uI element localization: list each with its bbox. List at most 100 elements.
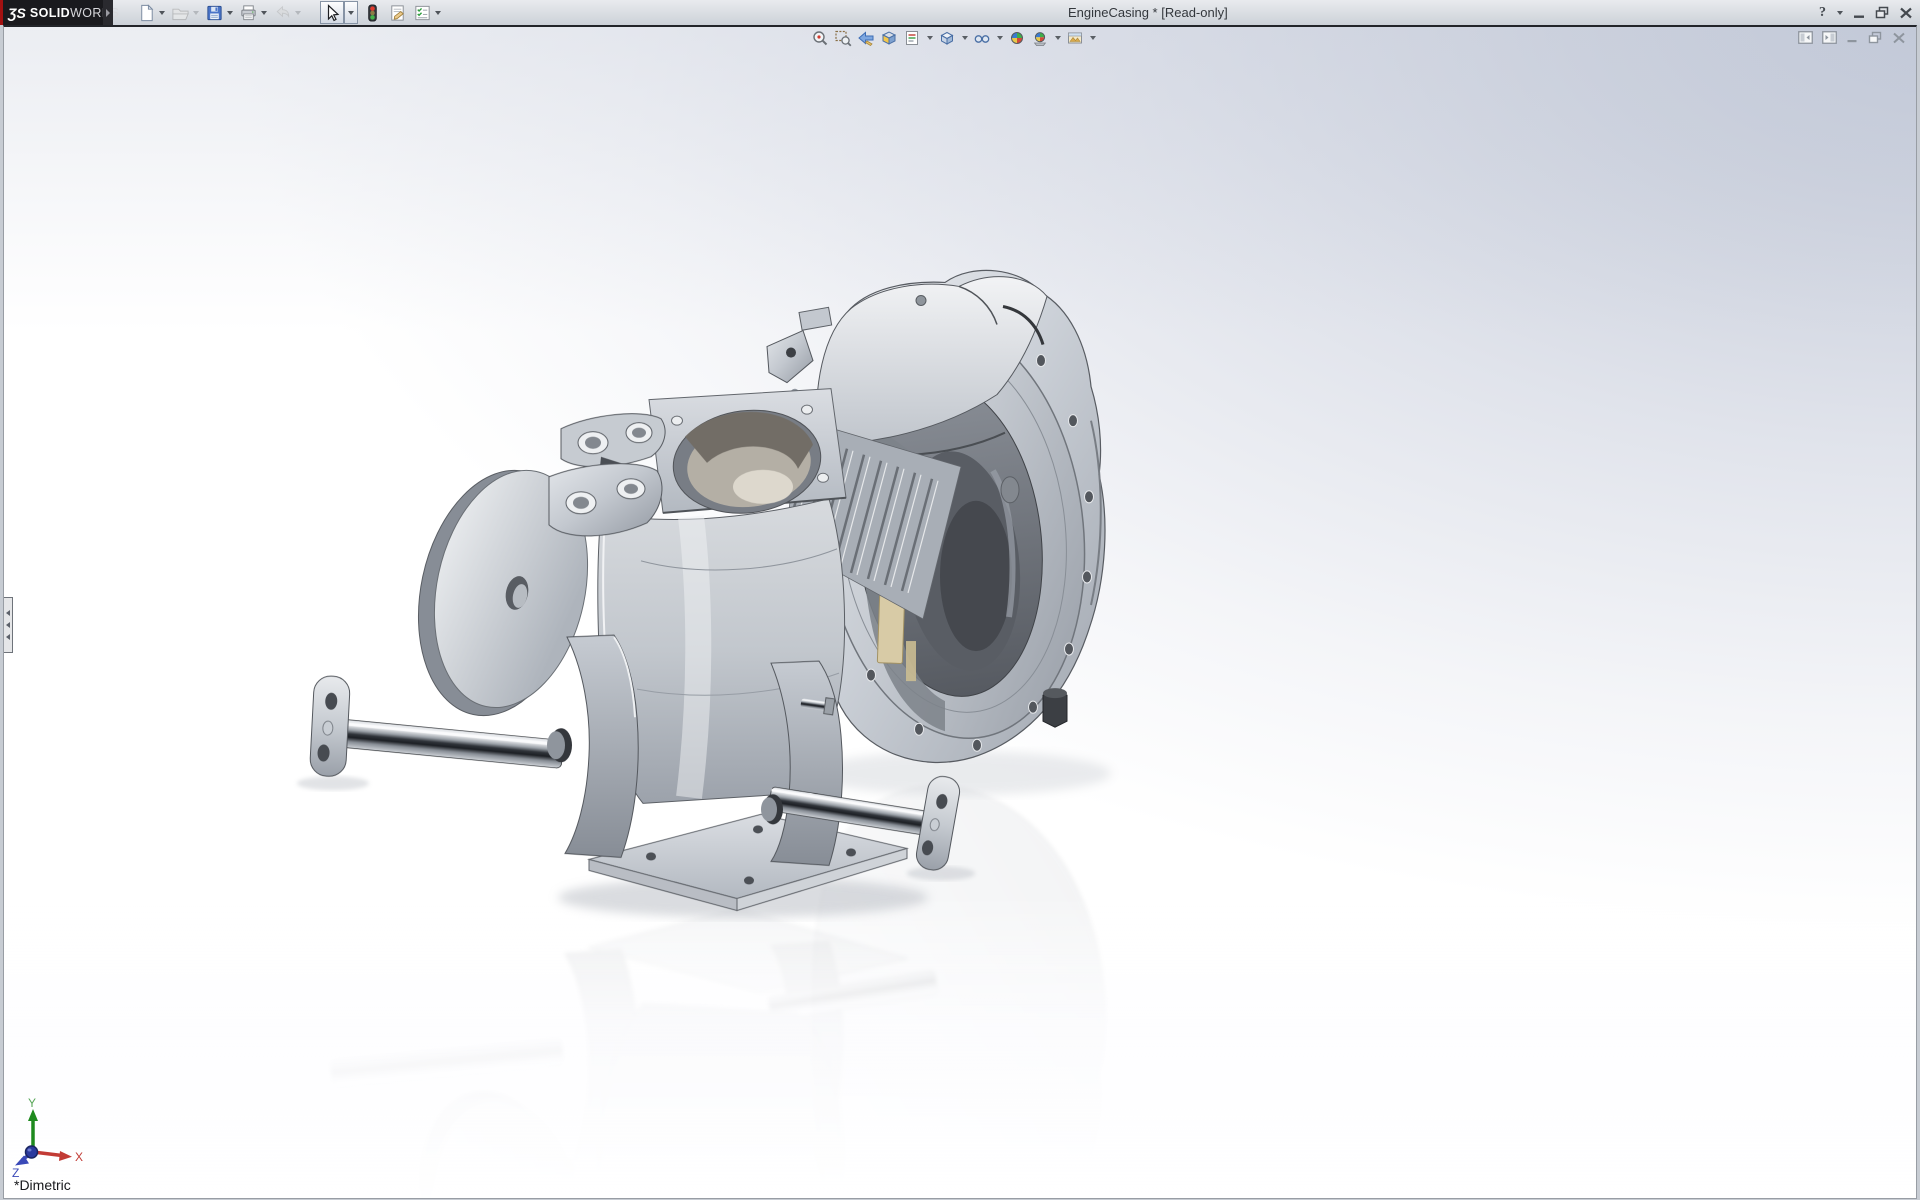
view-orientation-dropdown[interactable]: [960, 28, 969, 48]
print-button[interactable]: [238, 2, 259, 23]
window-controls: ?: [1819, 0, 1913, 25]
view-settings-dropdown[interactable]: [1088, 28, 1097, 48]
new-button[interactable]: [136, 2, 157, 23]
left-arrow-icon: [6, 622, 10, 628]
minimize-document-button[interactable]: [1846, 31, 1859, 44]
minimize-button[interactable]: [1853, 3, 1866, 23]
left-rod-flange[interactable]: [309, 675, 350, 777]
right-arrow-icon: [106, 9, 110, 17]
rod-shadow-right: [907, 866, 975, 880]
section-view-icon: [880, 29, 898, 47]
brand-name-bold: SOLID: [30, 6, 70, 20]
menu-expand-arrow[interactable]: [103, 0, 113, 25]
annotation-views-button[interactable]: [902, 28, 922, 48]
triad-y-label: Y: [28, 1096, 36, 1110]
heads-up-view-toolbar: [810, 28, 1097, 48]
left-chrome-rod[interactable]: [330, 718, 564, 768]
engine-casing-model[interactable]: [4, 27, 1916, 1198]
new-dropdown[interactable]: [157, 2, 166, 23]
triad-x-label: X: [75, 1150, 83, 1164]
undo-button[interactable]: [272, 2, 293, 23]
block-highlight: [689, 517, 698, 797]
bracket-hole: [786, 348, 796, 358]
show-feature-pane-button[interactable]: [1798, 31, 1813, 44]
hide-show-items-button[interactable]: [972, 28, 992, 48]
file-properties-button[interactable]: [387, 2, 408, 23]
help-dropdown[interactable]: [1835, 2, 1844, 23]
view-settings-button[interactable]: [1065, 28, 1085, 48]
annotation-views-dropdown[interactable]: [925, 28, 934, 48]
previous-view-button[interactable]: [856, 28, 876, 48]
view-settings-icon: [1066, 29, 1084, 47]
select-cursor-icon: [322, 3, 342, 23]
left-rod-collar-face: [547, 731, 565, 759]
gasket-strip-small: [906, 641, 916, 681]
section-view-button[interactable]: [879, 28, 899, 48]
help-button[interactable]: ?: [1819, 3, 1826, 23]
edit-appearance-button[interactable]: [1007, 28, 1027, 48]
logo-red-stripe: [0, 0, 3, 25]
minimize-icon: [1853, 7, 1866, 19]
cavity-core: [940, 501, 1012, 651]
show-display-pane-icon: [1822, 31, 1837, 44]
hex-top: [1043, 688, 1067, 698]
left-arrow-icon: [6, 610, 10, 616]
close-document-icon: [1892, 32, 1906, 44]
reflection-fade: [4, 901, 1916, 1198]
restore-icon: [1875, 6, 1890, 19]
view-orientation-label: *Dimetric: [14, 1177, 71, 1193]
select-dropdown[interactable]: [344, 1, 358, 24]
hide-show-items-icon: [973, 29, 991, 47]
restore-document-button[interactable]: [1868, 31, 1883, 44]
apply-scene-button[interactable]: [1030, 28, 1050, 48]
zoom-to-area-icon: [834, 29, 852, 47]
bore-highlight: [733, 470, 793, 504]
help-icon: ?: [1819, 5, 1826, 21]
3ds-logo-icon: ƷS: [8, 5, 26, 21]
minimize-document-icon: [1846, 31, 1859, 44]
apply-scene-dropdown[interactable]: [1053, 28, 1062, 48]
feature-manager-collapsed-tab[interactable]: [3, 597, 13, 653]
main-toolbar: [136, 0, 446, 25]
left-arrow-icon: [6, 634, 10, 640]
close-button[interactable]: [1899, 3, 1913, 23]
restore-document-icon: [1868, 31, 1883, 44]
zoom-to-fit-icon: [811, 29, 829, 47]
titlebar: ƷS SOLIDWORKS: [0, 0, 1920, 25]
zoom-to-fit-button[interactable]: [810, 28, 830, 48]
print-dropdown[interactable]: [259, 2, 268, 23]
rebuild-button[interactable]: [362, 2, 383, 23]
document-window-controls: [1798, 31, 1906, 44]
select-tool-button[interactable]: [320, 1, 344, 24]
undo-dropdown[interactable]: [293, 2, 302, 23]
new-document-icon: [137, 3, 156, 23]
save-button[interactable]: [204, 2, 225, 23]
apply-scene-icon: [1031, 29, 1049, 47]
internal-boss: [1001, 477, 1019, 503]
options-dropdown[interactable]: [433, 2, 442, 23]
edit-appearance-icon: [1008, 29, 1026, 47]
show-display-pane-button[interactable]: [1822, 31, 1837, 44]
right-rod-collar-face: [761, 797, 777, 821]
rebuild-traffic-light-icon: [363, 3, 382, 23]
rod-shadow: [297, 776, 369, 790]
top-block: [799, 307, 832, 330]
close-icon: [1899, 7, 1913, 19]
save-icon: [205, 3, 224, 23]
boss-bolt: [916, 295, 926, 305]
close-document-button[interactable]: [1892, 32, 1906, 44]
save-dropdown[interactable]: [225, 2, 234, 23]
hide-show-items-dropdown[interactable]: [995, 28, 1004, 48]
open-button[interactable]: [170, 2, 191, 23]
open-icon: [171, 3, 190, 23]
intake-gaskets[interactable]: [549, 414, 665, 536]
view-orientation-button[interactable]: [937, 28, 957, 48]
restore-button[interactable]: [1875, 3, 1890, 23]
annotation-views-icon: [903, 29, 921, 47]
graphics-viewport[interactable]: Y X Z *Dimetric: [3, 25, 1917, 1199]
zoom-to-area-button[interactable]: [833, 28, 853, 48]
open-dropdown[interactable]: [191, 2, 200, 23]
show-feature-pane-icon: [1798, 31, 1813, 44]
view-orientation-icon: [938, 29, 956, 47]
options-button[interactable]: [412, 2, 433, 23]
